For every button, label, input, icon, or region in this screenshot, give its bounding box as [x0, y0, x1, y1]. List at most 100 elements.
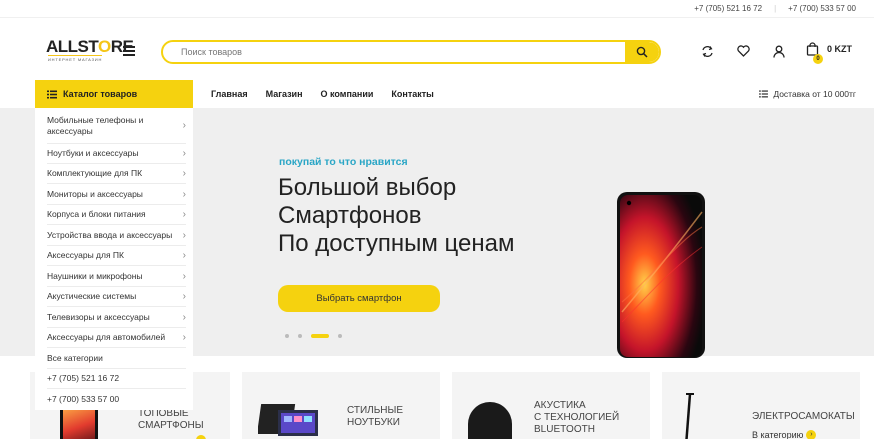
account-user-icon[interactable] [772, 44, 786, 58]
nav-link-contacts[interactable]: Контакты [391, 89, 433, 99]
chevron-right-icon: › [182, 270, 186, 282]
header-icons [700, 44, 786, 58]
smartphone-image [617, 192, 705, 358]
catalog-phone-label: +7 (705) 521 16 72 [47, 373, 120, 383]
catalog-item-input-devices[interactable]: Устройства ввода и аксессуары › [47, 225, 186, 246]
catalog-item-mobiles[interactable]: Мобильные телефоны и аксессуары › [47, 108, 186, 144]
catalog-item-label: Аксессуары для автомобилей [47, 332, 166, 342]
promo-card-line: АКУСТИКА [534, 400, 586, 411]
chevron-right-icon: › [182, 188, 186, 200]
arrow-right-icon: › [806, 430, 817, 439]
slider-dot-active[interactable] [311, 334, 329, 338]
nav-link-home[interactable]: Главная [211, 89, 248, 99]
slider-dot[interactable] [298, 334, 302, 338]
slider-dot[interactable] [338, 334, 342, 338]
chevron-right-icon: › [182, 250, 186, 261]
top-bar: +7 (705) 521 16 72 | +7 (700) 533 57 00 [0, 0, 874, 18]
catalog-item-label: Аксессуары для ПК [47, 250, 124, 260]
cart-count-badge: 0 [813, 54, 823, 64]
top-phone-separator: | [774, 4, 777, 13]
top-phones: +7 (705) 521 16 72 | +7 (700) 533 57 00 [694, 4, 856, 13]
search-icon [636, 46, 648, 58]
chevron-right-icon: › [182, 291, 186, 302]
logo-subtitle: ИНТЕРНЕТ МАГАЗИН [48, 55, 103, 62]
catalog-item-car[interactable]: Аксессуары для автомобилей › [47, 328, 186, 348]
catalog-toggle-button[interactable]: Каталог товаров [35, 80, 193, 108]
catalog-item-label: Телевизоры и аксессуары [47, 311, 150, 322]
promo-card-category-link[interactable]: В категорию › [752, 430, 817, 439]
chevron-right-icon: › [182, 209, 186, 220]
hero-title: Большой выбор Смартфонов По доступным це… [278, 174, 598, 258]
promo-card-line: СТИЛЬНЫЕ [347, 405, 404, 416]
delivery-text: Доставка от 10 000тг [773, 89, 856, 99]
catalog-item-label: Ноутбуки и аксессуары [47, 148, 139, 158]
slider-dot[interactable] [285, 334, 289, 338]
promo-card-line: ЭЛЕКТРОСАМОКАТЫ [752, 411, 855, 422]
promo-card-line: НОУТБУКИ [347, 417, 400, 428]
promo-card-scooters[interactable]: ЭЛЕКТРОСАМОКАТЫ В категорию › [662, 372, 860, 439]
catalog-phone-2[interactable]: +7 (700) 533 57 00 [47, 389, 186, 410]
catalog-item-label: Мобильные телефоны и аксессуары [47, 114, 144, 136]
catalog-item-laptops[interactable]: Ноутбуки и аксессуары › [47, 144, 186, 164]
promo-card-text: ТОПОВЫЕ СМАРТФОНЫ [138, 408, 204, 432]
catalog-item-tv[interactable]: Телевизоры и аксессуары › [47, 307, 186, 328]
promo-card-text: АКУСТИКА С ТЕХНОЛОГИЕЙ BLUETOOTH [534, 400, 619, 436]
nav-link-shop[interactable]: Магазин [266, 89, 303, 99]
chevron-right-icon: › [182, 148, 186, 159]
store-logo[interactable]: ALLSTORE ИНТЕРНЕТ МАГАЗИН [46, 37, 134, 64]
arrow-right-icon[interactable] [196, 435, 206, 439]
chevron-right-icon: › [182, 120, 186, 131]
promo-card-line: С ТЕХНОЛОГИЕЙ [534, 412, 620, 423]
catalog-item-monitors[interactable]: Мониторы и аксессуары › [47, 184, 186, 205]
promo-card-text: СТИЛЬНЫЕ НОУТБУКИ [347, 405, 403, 429]
catalog-item-headphones[interactable]: Наушники и микрофоны › [47, 266, 186, 287]
catalog-item-pc-accessories[interactable]: Аксессуары для ПК › [47, 246, 186, 266]
hero-title-line: Большой выбор [278, 174, 457, 201]
chevron-right-icon: › [182, 311, 186, 323]
list-icon [759, 90, 769, 98]
hero-tagline: покупай то что нравится [279, 156, 408, 168]
speaker-thumb [468, 402, 512, 439]
logo-wordmark: ALLSTORE [46, 37, 134, 56]
catalog-item-label: Мониторы и аксессуары [47, 188, 143, 199]
hero-title-line: По доступным ценам [278, 230, 515, 257]
wishlist-heart-icon[interactable] [736, 44, 750, 58]
choose-smartphone-button[interactable]: Выбрать смартфон [278, 285, 440, 312]
main-nav: Каталог товаров Главная Магазин О компан… [0, 80, 874, 108]
catalog-all-label: Все категории [47, 352, 103, 363]
header: ALLSTORE ИНТЕРНЕТ МАГАЗИН 0 0 KZT [0, 18, 874, 80]
slider-dots [285, 334, 342, 338]
promo-card-link-label: В категорию [752, 430, 804, 439]
cart-button[interactable]: 0 0 KZT [806, 42, 853, 64]
promo-card-acoustics[interactable]: АКУСТИКА С ТЕХНОЛОГИЕЙ BLUETOOTH [452, 372, 650, 439]
top-phone-2[interactable]: +7 (700) 533 57 00 [788, 4, 856, 13]
nav-link-about[interactable]: О компании [321, 89, 374, 99]
catalog-item-label: Наушники и микрофоны [47, 270, 143, 281]
list-icon [47, 90, 57, 98]
top-phone-1[interactable]: +7 (705) 521 16 72 [694, 4, 762, 13]
logo-text-a: ALLST [46, 37, 98, 56]
catalog-all-categories[interactable]: Все категории [47, 348, 186, 369]
catalog-phone-1[interactable]: +7 (705) 521 16 72 [47, 369, 186, 389]
promo-card-line: BLUETOOTH [534, 424, 595, 435]
catalog-item-label: Устройства ввода и аксессуары [47, 229, 173, 240]
catalog-phone-label: +7 (700) 533 57 00 [47, 394, 120, 404]
catalog-item-cases[interactable]: Корпуса и блоки питания › [47, 205, 186, 225]
catalog-item-label: Акустические системы [47, 291, 137, 301]
laptop-thumb [258, 404, 318, 436]
search-button[interactable] [625, 42, 659, 62]
chevron-right-icon: › [182, 332, 186, 343]
search-bar [161, 40, 661, 64]
catalog-item-acoustics[interactable]: Акустические системы › [47, 287, 186, 307]
search-input[interactable] [163, 42, 623, 62]
catalog-item-label: Комплектующие для ПК [47, 168, 143, 178]
compare-icon[interactable] [700, 44, 714, 58]
catalog-item-pc-components[interactable]: Комплектующие для ПК › [47, 164, 186, 184]
menu-hamburger-icon[interactable] [123, 46, 135, 56]
promo-card-laptops[interactable]: СТИЛЬНЫЕ НОУТБУКИ [242, 372, 440, 439]
logo-text-o: O [97, 37, 111, 56]
promo-card-text: ЭЛЕКТРОСАМОКАТЫ [752, 411, 855, 423]
cart-total: 0 KZT [827, 44, 853, 54]
catalog-item-label: Корпуса и блоки питания [47, 209, 146, 219]
scooter-thumb [685, 393, 694, 439]
